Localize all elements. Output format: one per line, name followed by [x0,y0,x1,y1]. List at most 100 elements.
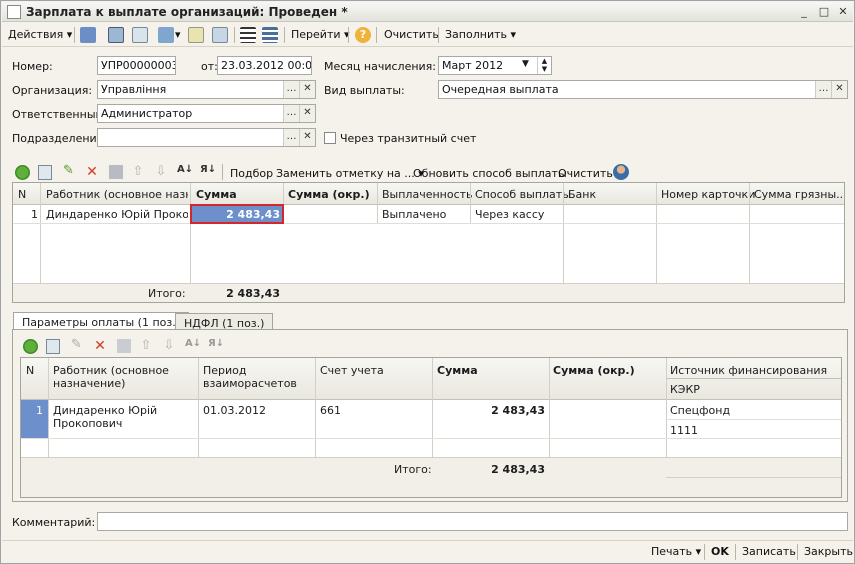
col-worker-2: назначение) [53,377,126,390]
replace-mark-menu[interactable]: Заменить отметку на ... ▾ [276,167,424,180]
select-button[interactable]: Подбор [230,167,273,180]
transit-checkbox[interactable] [324,132,336,144]
employee-icon[interactable] [613,164,629,180]
col-source[interactable]: Источник финансирования [670,364,827,377]
separator [284,27,285,43]
move-down-icon[interactable]: ⇩ [162,339,176,354]
update-method-button[interactable]: Обновить способ выплаты [413,167,567,180]
save-button[interactable]: Записать [742,545,796,558]
minimize-icon[interactable]: _ [797,5,811,18]
post-icon[interactable] [80,27,96,43]
title-bar: Зарплата к выплате организаций: Проведен… [2,2,853,22]
copy-row-icon[interactable] [46,339,60,354]
col-kekr[interactable]: КЭКР [670,383,700,396]
edit-icon[interactable]: ✎ [63,163,74,178]
add-icon[interactable] [23,339,38,354]
row-sum: 2 483,43 [491,404,545,417]
copy-icon[interactable] [132,27,148,43]
bottom-bar: Печать ▾ OK Записать Закрыть [2,540,853,562]
paytype-clear-icon[interactable]: ✕ [831,81,847,98]
ok-button[interactable]: OK [711,545,729,558]
tab-ndfl[interactable]: НДФЛ (1 поз.) [175,313,274,330]
col-n[interactable]: N [26,364,34,377]
col-sum-round[interactable]: Сумма (окр.) [288,188,370,201]
close-button[interactable]: Закрыть [804,545,853,558]
table-row[interactable]: 1 Диндаренко Юрій Прокопович 01.03.2012 … [21,400,841,438]
dept-clear-icon[interactable]: ✕ [299,129,315,146]
responsible-label: Ответственный: [12,108,107,121]
date-field[interactable]: 23.03.2012 00:0 [217,56,312,75]
col-paid[interactable]: Выплаченность [382,188,473,201]
row-n: 1 [31,208,38,221]
movements-icon[interactable] [212,27,228,43]
clear-grid-button[interactable]: Очистить [558,167,613,180]
sort-asc-icon[interactable]: A↓ [185,338,201,349]
col-card[interactable]: Номер карточки [661,188,755,201]
col-sum-round[interactable]: Сумма (окр.) [553,364,635,377]
maximize-icon[interactable]: □ [817,5,831,18]
delete-icon[interactable]: ✕ [93,339,107,354]
tab-payment-params[interactable]: Параметры оплаты (1 поз.) [13,312,190,330]
sort-desc-icon[interactable]: Я↓ [208,338,224,349]
sort-asc-icon[interactable]: A↓ [177,164,193,175]
col-worker[interactable]: Работник (основное назн... [46,188,188,201]
separator [438,27,439,43]
help-icon[interactable]: ? [355,27,371,43]
col-period-2: взаиморасчетов [203,377,297,390]
org-select-icon[interactable]: … [283,81,299,98]
structure-icon[interactable] [188,27,204,43]
move-up-icon[interactable]: ⇧ [131,165,145,180]
based-on-dropdown-icon[interactable]: ▾ [175,28,181,41]
paytype-field[interactable]: Очередная выплата [438,80,848,99]
month-dropdown-icon[interactable]: ▼ [522,59,529,69]
clear-button[interactable]: Очистить [384,28,439,41]
resp-select-icon[interactable]: … [283,105,299,122]
fill-menu[interactable]: Заполнить ▾ [445,28,516,41]
grid-footer: Итого: 2 483,43 [21,457,841,497]
print-menu[interactable]: Печать ▾ [651,545,701,558]
grid-footer: Итого: 2 483,43 [13,283,844,302]
col-worker-1[interactable]: Работник (основное [53,364,169,377]
copy-row-icon[interactable] [38,165,52,180]
separator [234,27,235,43]
col-sum[interactable]: Сумма [196,188,237,201]
move-up-icon[interactable]: ⇧ [139,339,153,354]
delete-icon[interactable]: ✕ [85,165,99,180]
dept-select-icon[interactable]: … [283,129,299,146]
table-row[interactable]: 1 Диндаренко Юрій Прокоп... 2 483,43 Вып… [13,204,844,224]
paytype-select-icon[interactable]: … [815,81,831,98]
col-method[interactable]: Способ выплаты [475,188,571,201]
row-kekr: 1111 [670,424,698,437]
add-icon[interactable] [15,165,30,180]
org-clear-icon[interactable]: ✕ [299,81,315,98]
col-account[interactable]: Счет учета [320,364,384,377]
sort-desc-icon[interactable]: Я↓ [200,164,216,175]
month-spin-icon[interactable]: ▲ ▼ [537,57,551,74]
col-period-1[interactable]: Период [203,364,247,377]
edit-icon[interactable]: ✎ [71,337,82,352]
end-edit-icon[interactable] [117,339,131,353]
journal-icon[interactable] [262,27,278,43]
goto-menu[interactable]: Перейти ▾ [291,28,350,41]
refresh-icon[interactable] [108,27,124,43]
close-icon[interactable]: ✕ [836,5,850,18]
month-field[interactable]: Март 2012 [438,56,552,75]
actions-menu[interactable]: Действия ▾ [8,28,72,41]
payments-grid: N Работник (основное назн... Сумма Сумма… [12,182,845,303]
number-field[interactable]: УПР00000003 [97,56,176,75]
col-bank[interactable]: Банк [568,188,596,201]
col-gross[interactable]: Сумма грязны... [754,188,842,201]
comment-field[interactable] [97,512,848,531]
payment-params-grid: N Работник (основное назначение) Период … [20,357,842,498]
separator [222,164,223,180]
list-icon[interactable] [240,27,256,43]
col-sum[interactable]: Сумма [437,364,478,377]
row-selector[interactable] [21,400,48,438]
row-sum: 2 483,43 [226,208,280,221]
row-period: 01.03.2012 [203,404,266,417]
based-on-icon[interactable] [158,27,174,43]
col-n[interactable]: N [18,188,26,201]
end-edit-icon[interactable] [109,165,123,179]
resp-clear-icon[interactable]: ✕ [299,105,315,122]
move-down-icon[interactable]: ⇩ [154,165,168,180]
